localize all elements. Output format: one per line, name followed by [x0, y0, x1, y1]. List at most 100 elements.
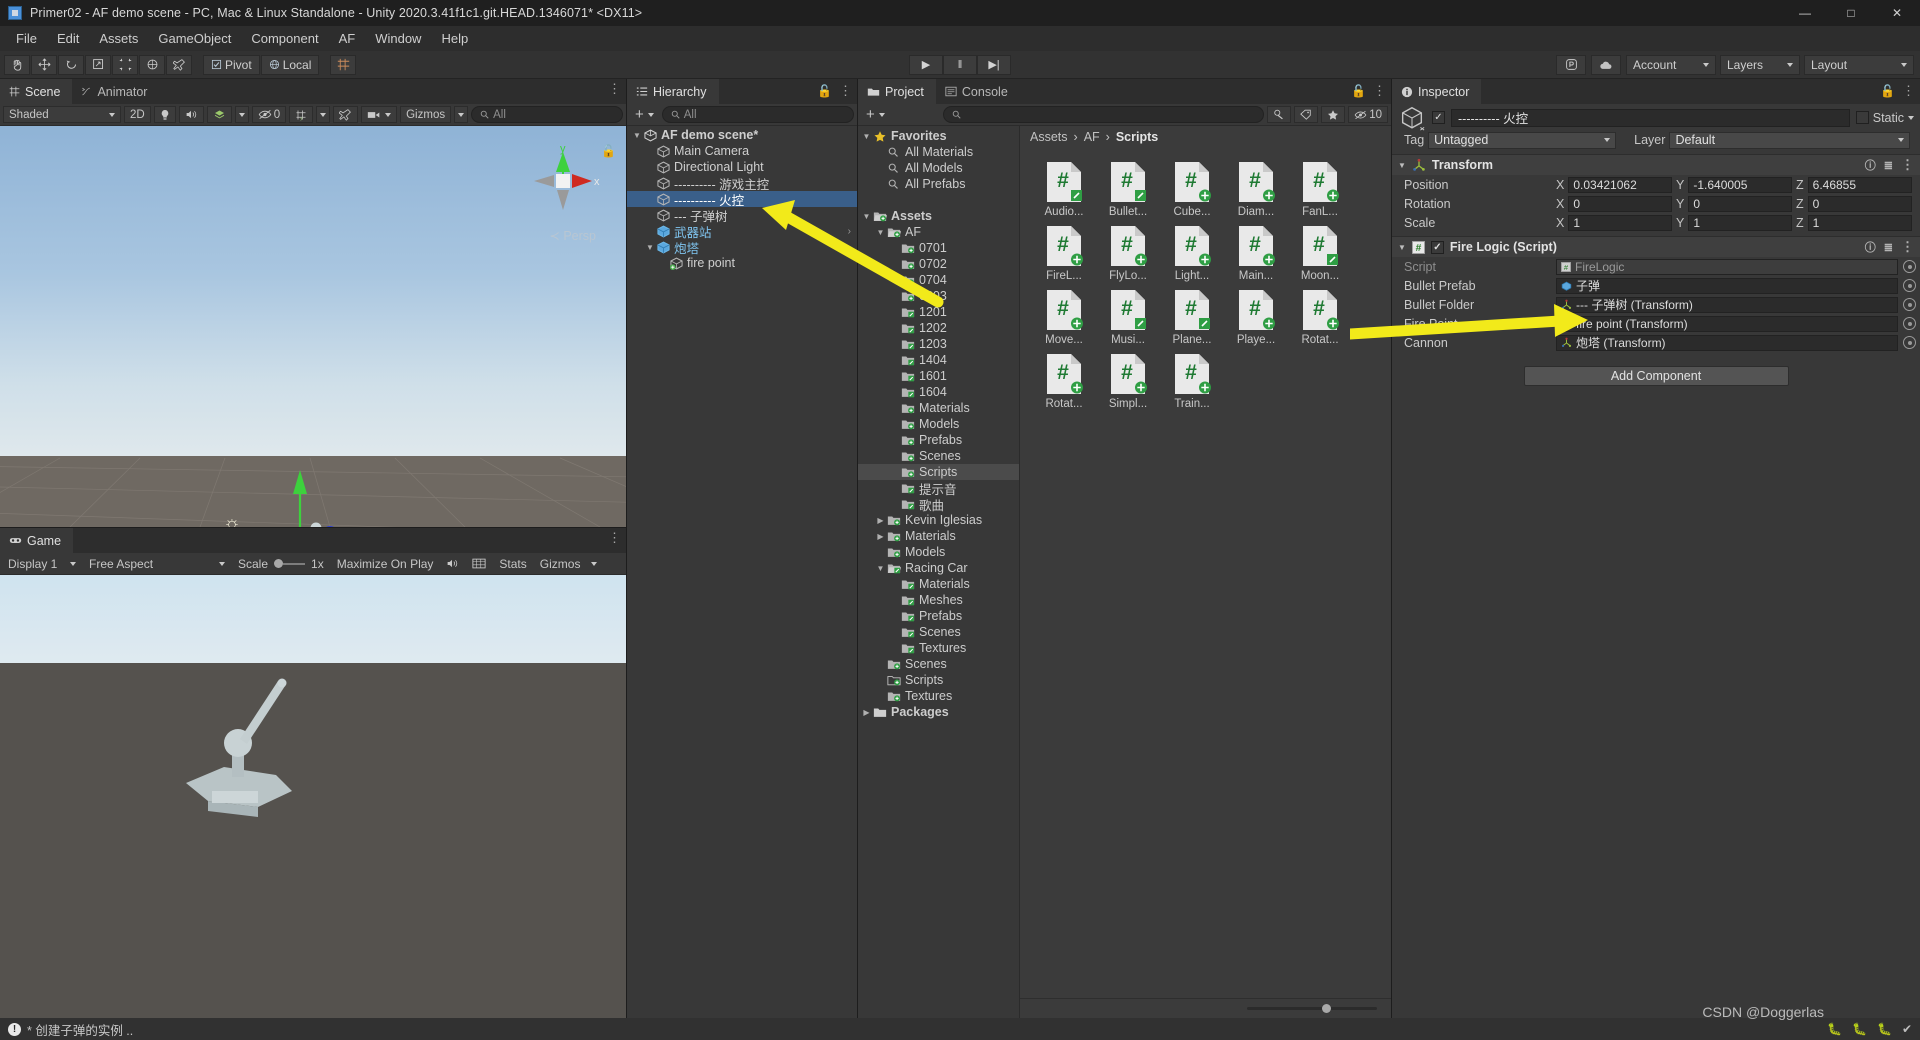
- twirl-icon[interactable]: ▶: [874, 516, 887, 525]
- collapse-twirl-icon[interactable]: ▼: [1398, 161, 1406, 170]
- menu-item-component[interactable]: Component: [241, 28, 328, 49]
- project-tree-item-2[interactable]: All Models: [858, 160, 1019, 176]
- project-add-button[interactable]: +: [861, 106, 890, 123]
- game-viewport[interactable]: [0, 575, 626, 1018]
- account-dropdown[interactable]: Account: [1626, 54, 1716, 75]
- project-tree-item-9[interactable]: 0704: [858, 272, 1019, 288]
- chevron-down-icon[interactable]: [1908, 115, 1914, 120]
- perspective-label[interactable]: ≺ Persp: [549, 228, 596, 243]
- project-hidden-count[interactable]: 10: [1348, 106, 1388, 123]
- object-reference-field[interactable]: # FireLogic: [1556, 258, 1916, 275]
- aspect-dropdown[interactable]: Free Aspect: [84, 555, 230, 572]
- twirl-icon[interactable]: ▼: [874, 564, 887, 573]
- project-tree-item-15[interactable]: 1601: [858, 368, 1019, 384]
- asset-item-13[interactable]: # Playe...: [1226, 288, 1286, 346]
- object-picker-icon[interactable]: [1903, 279, 1916, 292]
- favorite-filter-icon[interactable]: [1321, 106, 1346, 123]
- cloud-icon[interactable]: [1591, 54, 1621, 75]
- object-reference-field[interactable]: --- 子弹树 (Transform): [1556, 296, 1916, 313]
- project-tree-item-24[interactable]: ▶ Kevin Iglesias: [858, 512, 1019, 528]
- asset-item-9[interactable]: # Moon...: [1290, 224, 1350, 282]
- move-tool-button[interactable]: [31, 54, 57, 75]
- tab-console[interactable]: Console: [935, 79, 1020, 104]
- breadcrumb-leaf[interactable]: Scripts: [1116, 130, 1158, 144]
- project-tree-item-13[interactable]: 1203: [858, 336, 1019, 352]
- object-name-input[interactable]: ---------- 火控: [1451, 108, 1850, 127]
- project-tree-item-23[interactable]: 歌曲: [858, 496, 1019, 513]
- static-toggle[interactable]: Static: [1855, 111, 1914, 125]
- lock-icon[interactable]: 🔓: [1880, 84, 1895, 98]
- project-tree-item-10[interactable]: 0803: [858, 288, 1019, 304]
- project-tree-item-8[interactable]: 0702: [858, 256, 1019, 272]
- preset-icon[interactable]: ≣: [1884, 159, 1893, 172]
- 2d-toggle-button[interactable]: 2D: [124, 106, 151, 123]
- asset-item-3[interactable]: # Diam...: [1226, 160, 1286, 218]
- axis-z-input[interactable]: 1: [1807, 214, 1912, 231]
- axis-z-field[interactable]: Z 6.46855: [1796, 176, 1912, 193]
- lighting-toggle-button[interactable]: [153, 106, 176, 123]
- grid-snap-button[interactable]: [330, 54, 357, 75]
- hierarchy-item-4[interactable]: ---------- 火控: [627, 191, 857, 208]
- asset-item-11[interactable]: # Musi...: [1098, 288, 1158, 346]
- hierarchy-item-1[interactable]: Main Camera: [627, 143, 857, 159]
- shading-mode-dropdown[interactable]: Shaded: [3, 106, 121, 123]
- prefab-open-chevron-icon[interactable]: ›: [848, 226, 851, 237]
- static-checkbox[interactable]: [1855, 111, 1869, 124]
- help-icon[interactable]: ⓘ: [1865, 157, 1876, 173]
- project-tree-item-28[interactable]: Materials: [858, 576, 1019, 592]
- axis-x-input[interactable]: 0.03421062: [1568, 176, 1672, 193]
- axis-z-field[interactable]: Z0: [1796, 195, 1912, 212]
- twirl-icon[interactable]: ▼: [874, 228, 887, 237]
- project-tree-item-18[interactable]: Models: [858, 416, 1019, 432]
- project-tree-item-0[interactable]: ▼ Favorites: [858, 128, 1019, 144]
- tab-project[interactable]: Project: [858, 79, 936, 104]
- close-button[interactable]: ✕: [1874, 0, 1920, 26]
- project-tree-item-3[interactable]: All Prefabs: [858, 176, 1019, 192]
- scale-tool-button[interactable]: [85, 54, 111, 75]
- asset-item-0[interactable]: # Audio...: [1034, 160, 1094, 218]
- component-menu-icon[interactable]: ⋮: [1901, 240, 1914, 253]
- axis-x-input[interactable]: 1: [1568, 214, 1672, 231]
- twirl-icon[interactable]: ▶: [860, 708, 873, 717]
- fire-logic-enabled-checkbox[interactable]: ✓: [1430, 240, 1444, 254]
- axis-y-field[interactable]: Y1: [1676, 214, 1792, 231]
- tab-hierarchy[interactable]: Hierarchy: [627, 79, 719, 104]
- tab-game[interactable]: Game: [0, 528, 74, 553]
- axis-x-field[interactable]: X0: [1556, 195, 1672, 212]
- menu-item-window[interactable]: Window: [365, 28, 431, 49]
- menu-item-file[interactable]: File: [6, 28, 47, 49]
- audio-toggle-button[interactable]: [178, 106, 204, 123]
- project-tree-item-27[interactable]: ▼ Racing Car: [858, 560, 1019, 576]
- asset-item-5[interactable]: # FireL...: [1034, 224, 1094, 282]
- thumbnail-size-slider[interactable]: [1247, 1004, 1377, 1013]
- object-picker-icon[interactable]: [1903, 336, 1916, 349]
- hierarchy-search-input[interactable]: All: [661, 106, 854, 123]
- collapse-twirl-icon[interactable]: ▼: [1398, 243, 1406, 252]
- axis-y-field[interactable]: Y -1.640005: [1676, 176, 1792, 193]
- project-tree-item-26[interactable]: Models: [858, 544, 1019, 560]
- help-icon[interactable]: ⓘ: [1865, 239, 1876, 255]
- layers-dropdown[interactable]: Layers: [1720, 54, 1800, 75]
- scene-tools-button[interactable]: [333, 106, 359, 123]
- project-tree[interactable]: ▼ Favorites All Materials All Models All Pre…: [858, 126, 1020, 1018]
- check-circle-icon[interactable]: ✔: [1902, 1022, 1912, 1036]
- rect-tool-button[interactable]: [112, 54, 138, 75]
- twirl-icon[interactable]: ▶: [874, 532, 887, 541]
- layer-dropdown[interactable]: Default: [1669, 131, 1910, 149]
- project-tree-item-6[interactable]: ▼ AF: [858, 224, 1019, 240]
- bug-muted-icon[interactable]: 🐛: [1852, 1022, 1867, 1036]
- project-tree-item-25[interactable]: ▶ Materials: [858, 528, 1019, 544]
- bug-icon[interactable]: 🐛: [1827, 1022, 1842, 1036]
- minimize-button[interactable]: —: [1782, 0, 1828, 26]
- gizmo-lock-icon[interactable]: 🔓: [601, 144, 616, 158]
- axis-x-field[interactable]: X 0.03421062: [1556, 176, 1672, 193]
- menu-item-gameobject[interactable]: GameObject: [148, 28, 241, 49]
- game-menu-icon[interactable]: ⋮: [608, 531, 621, 544]
- menu-item-assets[interactable]: Assets: [89, 28, 148, 49]
- twirl-icon[interactable]: ▼: [644, 243, 656, 252]
- scene-search-input[interactable]: All: [471, 106, 623, 123]
- axis-z-field[interactable]: Z1: [1796, 214, 1912, 231]
- asset-item-7[interactable]: # Light...: [1162, 224, 1222, 282]
- pause-button[interactable]: ‖: [943, 54, 977, 75]
- hierarchy-item-0[interactable]: ▼ AF demo scene*: [627, 127, 857, 143]
